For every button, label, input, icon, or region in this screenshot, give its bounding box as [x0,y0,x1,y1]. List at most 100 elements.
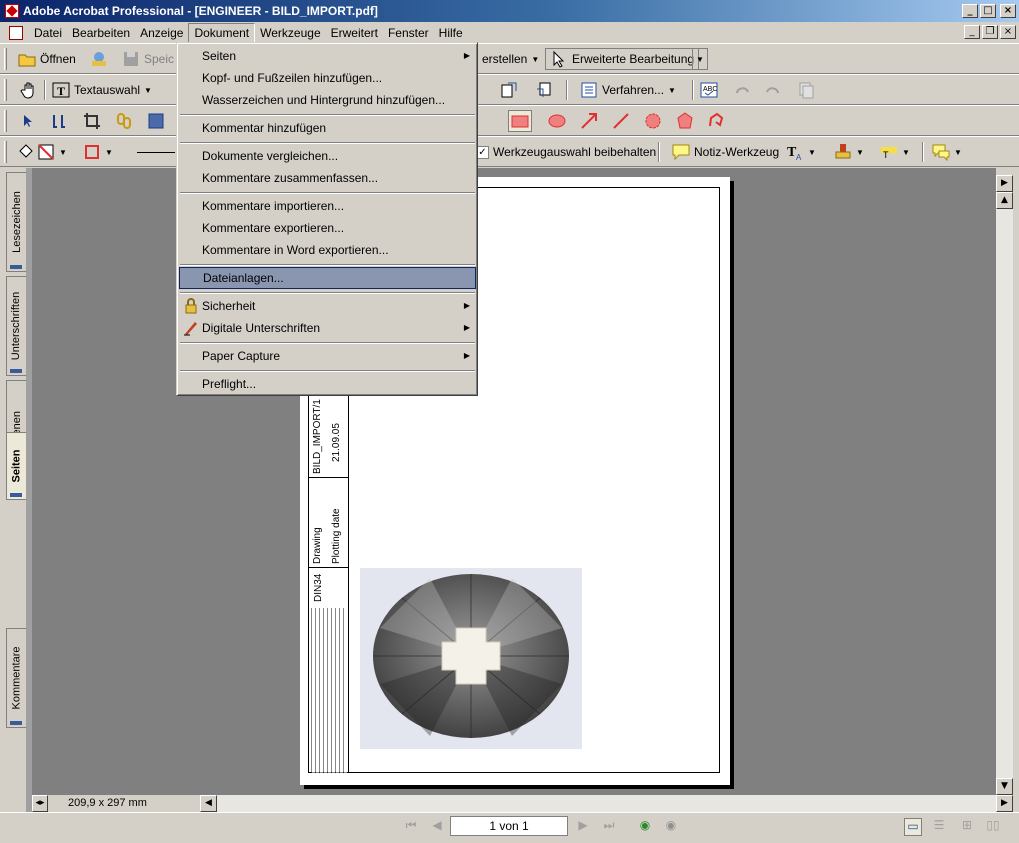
menu-item-sicherheit[interactable]: Sicherheit ▶ [179,295,476,317]
menu-item-kopf-fusszeilen[interactable]: Kopf- und Fußzeilen hinzufügen... [179,67,476,89]
chevron-down-icon[interactable]: ▼ [808,148,816,157]
page-extract-button[interactable] [535,79,553,101]
text-select-button[interactable]: T Textauswahl ▼ [52,79,152,101]
dokument-menu: Seiten ▶ Kopf- und Fußzeilen hinzufügen..… [176,42,478,396]
menu-item-kommentare-exportieren[interactable]: Kommentare exportieren... [179,217,476,239]
page-forward-icon[interactable]: ▶ [996,175,1013,192]
tab-kommentare[interactable]: Kommentare [6,628,26,728]
border-color-button[interactable]: ▼ [83,141,113,163]
arrow-tool-button[interactable] [580,110,598,132]
crop-button[interactable] [83,110,101,132]
fill-color-button[interactable] [17,141,35,163]
menu-item-kommentar-hinzufuegen[interactable]: Kommentar hinzufügen [179,117,476,139]
tab-lesezeichen[interactable]: Lesezeichen [6,172,26,272]
advanced-edit-dropdown[interactable]: ▼ [692,48,708,70]
chevron-down-icon[interactable]: ▼ [856,148,864,157]
continuous-icon[interactable]: ☰ [930,818,948,836]
scroll-left-button[interactable]: ◀ [200,795,217,812]
scroll-right-button[interactable]: ▶ [996,795,1013,812]
rectangle-tool-button[interactable] [508,110,532,132]
polygon-tool-button[interactable] [676,110,694,132]
redo-button[interactable] [764,79,782,101]
note-tool-button[interactable]: Notiz-Werkzeug [672,141,779,163]
show-comments-button[interactable]: ▼ [932,141,962,163]
text-edit-tool-button[interactable]: T A ▼ [786,141,816,163]
menu-fenster[interactable]: Fenster [383,24,434,42]
cloud-tool-button[interactable] [644,110,662,132]
menu-item-paper-capture[interactable]: Paper Capture ▶ [179,345,476,367]
doc-minimize-button[interactable]: _ [964,25,980,39]
submenu-arrow-icon: ▶ [463,301,470,310]
advanced-edit-button[interactable]: Erweiterte Bearbeitung [545,48,700,70]
menu-bar: Datei Bearbeiten Anzeige Dokument Werkze… [0,22,1019,43]
first-page-icon[interactable]: ⏮ [402,818,420,836]
doc-restore-button[interactable]: ❐ [982,25,998,39]
scroll-up-button[interactable]: ▲ [996,192,1013,209]
chevron-down-icon[interactable]: ▼ [902,148,910,157]
share-button[interactable] [90,48,108,70]
save-button[interactable]: Speic [122,48,174,70]
last-page-icon[interactable]: ⏭ [600,818,618,836]
line-width-button[interactable] [137,141,175,163]
line-tool-button[interactable] [612,110,630,132]
previous-page-icon[interactable]: ◀ [428,818,446,836]
menu-item-dateianlagen[interactable]: Dateianlagen... [179,267,476,289]
link-button[interactable] [115,110,133,132]
copy-button[interactable] [797,79,815,101]
maximize-button[interactable]: □ [980,4,996,18]
menu-anzeige[interactable]: Anzeige [135,24,188,42]
procedures-button[interactable]: Verfahren... ▼ [580,79,676,101]
highlight-tool-button[interactable]: T ▼ [880,141,910,163]
menu-dokument[interactable]: Dokument [188,22,256,43]
menu-item-preflight[interactable]: Preflight... [179,373,476,395]
continuous-facing-icon[interactable]: ▯▯ [984,818,1002,836]
menu-item-digitale-unterschriften[interactable]: Digitale Unterschriften ▶ [179,317,476,339]
page-number-field[interactable]: 1 von 1 [450,816,568,836]
close-button[interactable]: × [1000,4,1016,18]
menu-erweitert[interactable]: Erweitert [326,24,383,42]
spellcheck-button[interactable]: ABC [700,79,718,101]
touchup-button[interactable] [50,110,68,132]
scroll-down-button[interactable]: ▼ [996,778,1013,795]
horizontal-scrollbar[interactable]: ◀ ▶ [200,795,1013,812]
vertical-scrollbar[interactable]: ▶ ▲ ▼ [996,175,1013,795]
menu-datei[interactable]: Datei [29,24,67,42]
keep-tool-checkbox[interactable]: ✓ Werkzeugauswahl beibehalten [476,141,656,163]
tab-unterschriften[interactable]: Unterschriften [6,276,26,376]
next-page-icon[interactable]: ▶ [574,818,592,836]
undo-button[interactable] [733,79,751,101]
chevron-down-icon[interactable]: ▼ [144,86,152,95]
chevron-down-icon[interactable]: ▼ [954,148,962,157]
page-size-toggle[interactable]: ◂▸ [32,795,48,812]
menu-item-seiten[interactable]: Seiten ▶ [179,45,476,67]
hand-tool-button[interactable] [20,79,38,101]
line-color-button[interactable]: ▼ [37,141,67,163]
menu-item-kommentare-zusammenfassen[interactable]: Kommentare zusammenfassen... [179,167,476,189]
menu-hilfe[interactable]: Hilfe [434,24,468,42]
form-field-button[interactable] [147,110,165,132]
menu-werkzeuge[interactable]: Werkzeuge [255,24,325,42]
menu-item-wasserzeichen[interactable]: Wasserzeichen und Hintergrund hinzufügen… [179,89,476,111]
open-button[interactable]: Öffnen [18,48,76,70]
doc-close-button[interactable]: × [1000,25,1016,39]
forward-view-icon[interactable]: ◉ [662,818,680,836]
chevron-down-icon[interactable]: ▼ [59,148,67,157]
menu-item-kommentare-word[interactable]: Kommentare in Word exportieren... [179,239,476,261]
back-view-icon[interactable]: ◉ [636,818,654,836]
oval-tool-button[interactable] [548,110,566,132]
tab-seiten[interactable]: Seiten [6,432,26,500]
stamp-tool-button[interactable]: ▼ [834,141,864,163]
polyline-tool-button[interactable] [707,110,725,132]
page-insert-button[interactable] [500,79,518,101]
chevron-down-icon[interactable]: ▼ [531,55,539,64]
select-object-button[interactable] [18,110,36,132]
menu-item-dokumente-vergleichen[interactable]: Dokumente vergleichen... [179,145,476,167]
single-page-icon[interactable]: ▭ [904,818,922,836]
menu-item-kommentare-importieren[interactable]: Kommentare importieren... [179,195,476,217]
chevron-down-icon[interactable]: ▼ [105,148,113,157]
facing-pages-icon[interactable]: ⊞ [958,818,976,836]
minimize-button[interactable]: _ [962,4,978,18]
menu-bearbeiten[interactable]: Bearbeiten [67,24,135,42]
create-pdf-button[interactable]: erstellen ▼ [482,48,539,70]
chevron-down-icon[interactable]: ▼ [668,86,676,95]
